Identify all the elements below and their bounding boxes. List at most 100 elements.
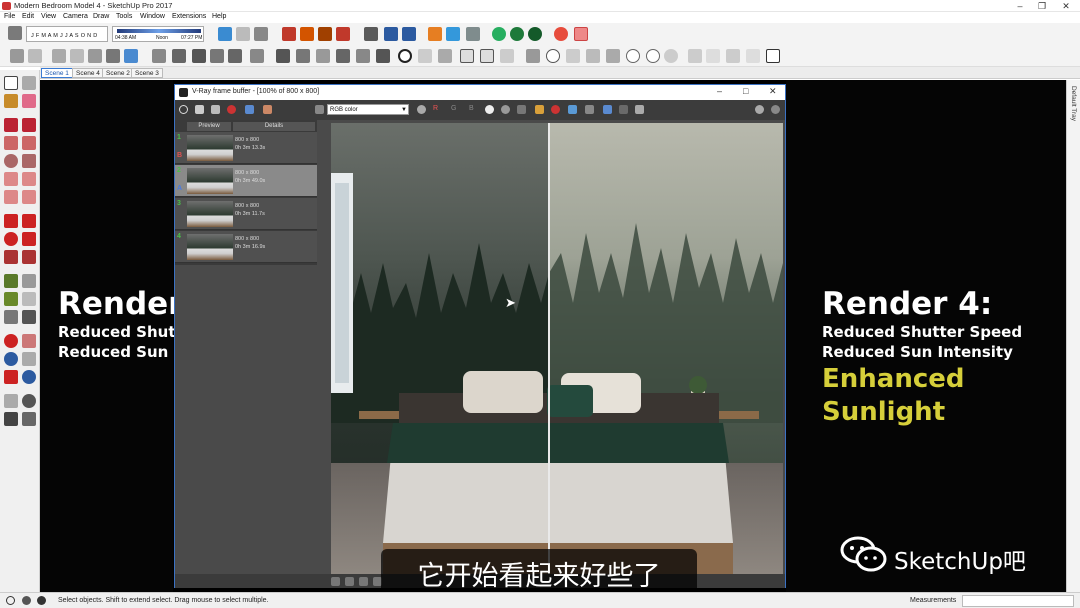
menu-file[interactable]: File [4,13,15,20]
two-point-arc-icon[interactable] [22,172,36,186]
view-right-icon[interactable] [70,49,84,63]
text-tool-icon[interactable] [22,292,36,306]
view-iso-icon[interactable] [10,49,24,63]
vfb-lens-icon[interactable] [603,105,612,114]
push-pull-icon[interactable] [22,214,36,228]
polygon-icon[interactable] [22,154,36,168]
xray-icon[interactable] [106,49,120,63]
3d-text-icon[interactable] [22,310,36,324]
paint-bucket-icon[interactable] [4,94,18,108]
axes-tool-icon[interactable] [4,310,18,324]
menu-camera[interactable]: Camera [63,13,88,20]
move-icon[interactable] [364,27,378,41]
orbit-icon[interactable] [4,334,18,348]
render-image[interactable]: ➤ [331,123,783,574]
tab-scene-1[interactable]: Scene 1 [41,68,73,78]
frame-icon[interactable] [574,27,588,41]
vfb-alpha-icon[interactable] [485,105,494,114]
history-item-3[interactable]: 3 800 x 800 0h 3m 11.7s [175,198,317,230]
geo-icon[interactable] [22,596,31,605]
dimension-tool-icon[interactable] [22,274,36,288]
axes-icon[interactable] [566,49,580,63]
vray-proxy-icon[interactable] [428,27,442,41]
zoom-previous-icon[interactable] [22,370,36,384]
select-tool-icon[interactable] [4,76,18,90]
view-top-icon[interactable] [28,49,42,63]
paint-icon[interactable] [586,49,600,63]
vfb-compare-icon[interactable] [263,105,272,114]
match-photo-icon[interactable] [480,49,494,63]
vray-box-icon[interactable] [446,27,460,41]
vfb-stamp-icon[interactable] [619,105,628,114]
three-point-arc-icon[interactable] [4,190,18,204]
look-around-icon[interactable] [22,394,36,408]
vray-cube-icon[interactable] [466,27,480,41]
vray-ies-icon[interactable] [746,49,760,63]
warehouse-icon[interactable] [210,49,224,63]
shadow-month-slider[interactable]: J F M A M J J A S O N D [26,26,108,42]
shadow-time-slider[interactable]: 04:38 AM Noon 07:27 PM [112,26,204,42]
menu-draw[interactable]: Draw [93,13,109,20]
tab-scene-4[interactable]: Scene 4 [72,68,104,78]
vfb-bottom-icon-2[interactable] [345,577,354,586]
menu-tools[interactable]: Tools [116,13,132,20]
position-camera-icon[interactable] [4,394,18,408]
shadow-toggle-icon[interactable] [218,27,232,41]
rectangle-icon[interactable] [4,136,18,150]
vfb-history-icon[interactable] [245,105,254,114]
shaded-icon[interactable] [124,49,138,63]
section-plane-icon[interactable] [22,412,36,426]
vray-materials-icon[interactable] [336,27,350,41]
tab-scene-2[interactable]: Scene 2 [102,68,134,78]
default-tray[interactable]: Default Tray [1066,80,1080,592]
make-component-icon[interactable] [22,76,36,90]
layout-icon[interactable] [250,49,264,63]
vfb-region-icon[interactable] [517,105,526,114]
credits-icon[interactable] [37,596,46,605]
vfb-minimize-icon[interactable]: – [717,86,722,96]
vfb-render-icon[interactable] [227,105,236,114]
channel-select[interactable]: RGB color ▼ [327,104,409,115]
vray-spot-light-icon[interactable] [726,49,740,63]
select-mode-icon[interactable] [8,26,22,40]
protractor-tool-icon[interactable] [4,292,18,306]
vray-mesh-light-icon[interactable] [766,49,780,63]
bush-icon[interactable] [528,27,542,41]
arc-icon[interactable] [4,172,18,186]
split-icon[interactable] [376,49,390,63]
vfb-save-all-icon[interactable] [211,105,220,114]
dimension-icon[interactable] [526,49,540,63]
view-back-icon[interactable] [88,49,102,63]
globe-icon[interactable] [626,49,640,63]
vfb-bottom-icon-3[interactable] [359,577,368,586]
user-icon[interactable] [254,27,268,41]
sun-settings-icon[interactable] [554,27,568,41]
vray-render-icon[interactable] [282,27,296,41]
extension-warehouse-icon[interactable] [228,49,242,63]
vfb-close-icon[interactable]: ✕ [769,86,777,97]
circle-icon[interactable] [4,154,18,168]
freehand-icon[interactable] [22,118,36,132]
sandbox-icon[interactable] [438,49,452,63]
vfb-menu-icon[interactable] [315,105,324,114]
vfb-settings-icon[interactable] [755,105,764,114]
style-icon[interactable] [276,49,290,63]
menu-view[interactable]: View [41,13,56,20]
history-item-1[interactable]: 1 800 x 800 0h 3m 13.3s B [175,132,317,164]
vray-options-icon[interactable] [318,27,332,41]
vray-lights-icon[interactable] [384,27,398,41]
trim-icon[interactable] [356,49,370,63]
menu-window[interactable]: Window [140,13,165,20]
menu-edit[interactable]: Edit [22,13,34,20]
close-icon[interactable]: ✕ [1058,0,1074,12]
vfb-folder-icon[interactable] [535,105,544,114]
house-icon[interactable] [192,49,206,63]
menu-extensions[interactable]: Extensions [172,13,206,20]
history-item-2[interactable]: 2 800 x 800 0h 3m 49.0s A [175,165,317,197]
offset-tool-icon[interactable] [22,250,36,264]
follow-me-icon[interactable] [22,232,36,246]
sun-icon[interactable] [664,49,678,63]
teapot-icon[interactable] [418,49,432,63]
section-icon[interactable] [296,49,310,63]
pan-icon[interactable] [22,334,36,348]
